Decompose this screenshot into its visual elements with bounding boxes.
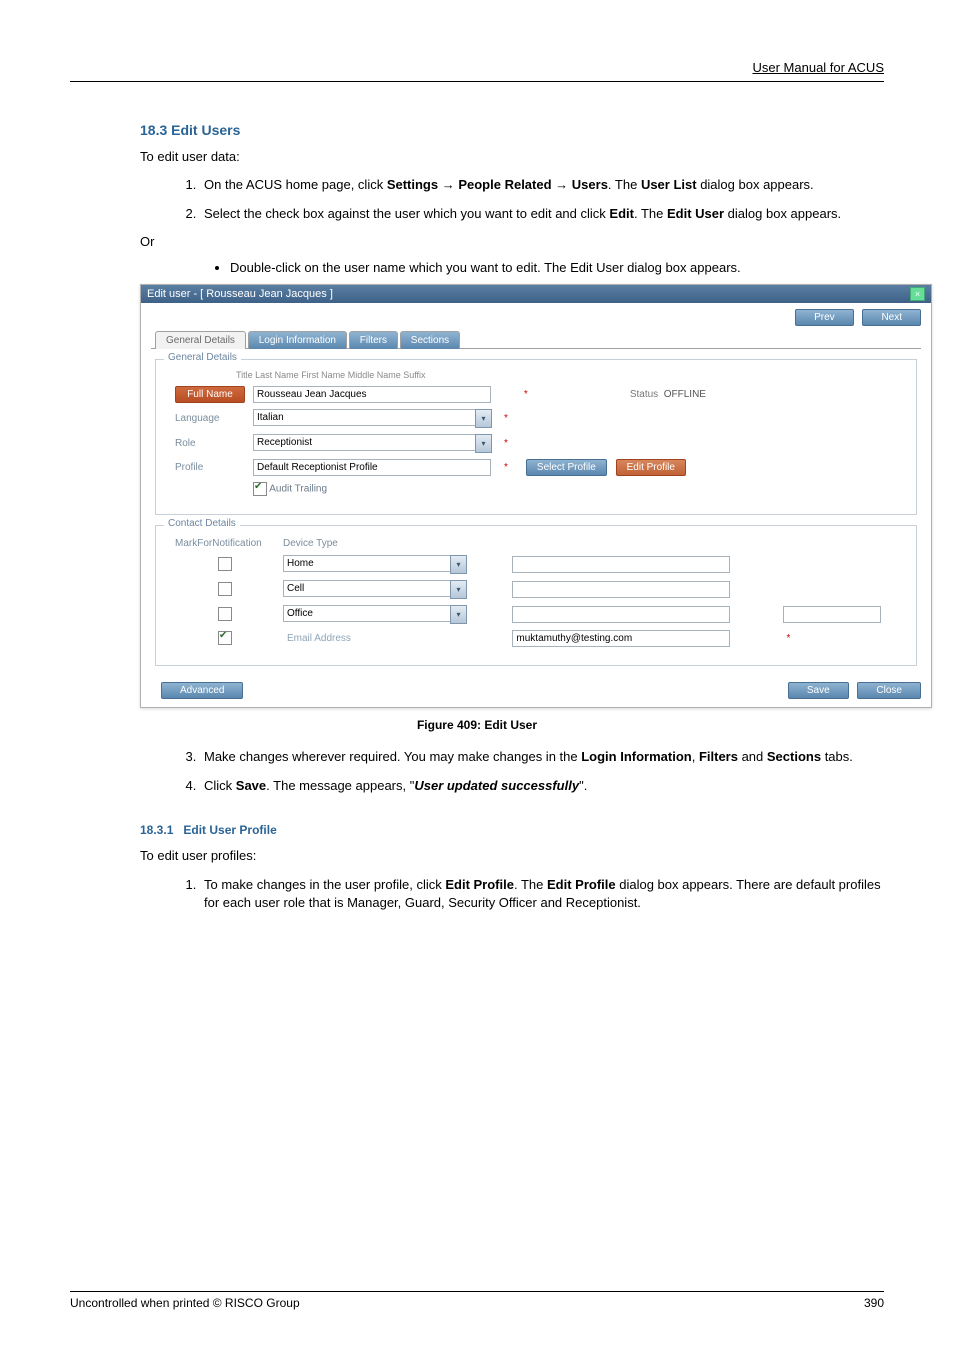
manual-title: User Manual for ACUS xyxy=(753,60,885,75)
close-button[interactable]: Close xyxy=(857,682,921,699)
profile-input[interactable] xyxy=(253,459,491,476)
contact-row-email: Email Address * xyxy=(172,628,904,649)
dialog-title: Edit user - [ Rousseau Jean Jacques ] xyxy=(147,288,333,300)
chevron-down-icon[interactable]: ▾ xyxy=(450,580,467,599)
tab-login-information[interactable]: Login Information xyxy=(248,331,347,349)
name-hint-text: Title Last Name First Name Middle Name S… xyxy=(236,370,906,380)
edit-profile-button[interactable]: Edit Profile xyxy=(616,459,686,476)
mark-checkbox[interactable] xyxy=(218,582,232,596)
general-details-fieldset: General Details Title Last Name First Na… xyxy=(155,359,917,515)
role-label: Role xyxy=(172,432,248,455)
sub-step-1: To make changes in the user profile, cli… xyxy=(200,876,884,914)
dialog-footer: Advanced Save Close xyxy=(141,676,931,707)
chevron-down-icon[interactable]: ▾ xyxy=(450,555,467,574)
device-type-select[interactable]: ▾ xyxy=(283,555,467,574)
device-type-label: Email Address xyxy=(283,633,351,644)
steps-list-a: On the ACUS home page, click Settings → … xyxy=(180,176,884,224)
page-header: User Manual for ACUS xyxy=(70,60,884,82)
status-value: OFFLINE xyxy=(664,389,706,400)
devicetype-header: Device Type xyxy=(280,536,507,551)
chevron-down-icon[interactable]: ▾ xyxy=(475,434,492,453)
contact-details-fieldset: Contact Details MarkForNotification Devi… xyxy=(155,525,917,666)
intro-text: To edit user data: xyxy=(140,148,884,166)
subsection-steps: To make changes in the user profile, cli… xyxy=(180,876,884,914)
general-details-legend: General Details xyxy=(164,352,241,363)
close-icon[interactable]: × xyxy=(910,287,925,301)
email-input[interactable] xyxy=(512,630,730,647)
advanced-button[interactable]: Advanced xyxy=(161,682,243,699)
contact-row-cell: ▾ xyxy=(172,578,904,601)
contact-row-office: ▾ xyxy=(172,603,904,626)
audit-trailing-checkbox[interactable] xyxy=(253,482,267,496)
section-title: Edit Users xyxy=(171,122,240,138)
steps-list-b: Make changes wherever required. You may … xyxy=(180,748,884,796)
audit-trailing-label: Audit Trailing xyxy=(269,483,327,494)
language-label: Language xyxy=(172,407,248,430)
section-heading: 18.3 Edit Users xyxy=(140,122,884,138)
step-3: Make changes wherever required. You may … xyxy=(200,748,884,767)
contact-value-input[interactable] xyxy=(512,581,730,598)
tab-sections[interactable]: Sections xyxy=(400,331,460,349)
tab-general-details[interactable]: General Details xyxy=(155,331,246,349)
contact-table: MarkForNotification Device Type ▾ ▾ xyxy=(170,534,906,651)
page-footer: Uncontrolled when printed © RISCO Group … xyxy=(70,1291,884,1310)
save-button[interactable]: Save xyxy=(788,682,849,699)
tab-filters[interactable]: Filters xyxy=(349,331,398,349)
contact-row-home: ▾ xyxy=(172,553,904,576)
bullet-item: Double-click on the user name which you … xyxy=(230,259,884,278)
figure-caption: Figure 409: Edit User xyxy=(70,718,884,732)
mark-checkbox[interactable] xyxy=(218,557,232,571)
full-name-button[interactable]: Full Name xyxy=(175,386,245,403)
bullet-list: Double-click on the user name which you … xyxy=(210,259,884,278)
profile-label: Profile xyxy=(172,457,248,478)
dialog-tabs: General Details Login Information Filter… xyxy=(141,328,931,348)
full-name-input[interactable] xyxy=(253,386,491,403)
or-text: Or xyxy=(140,234,884,249)
role-select[interactable]: ▾ xyxy=(253,434,492,453)
dialog-top-buttons: Prev Next xyxy=(141,303,931,328)
status-label: Status xyxy=(630,389,658,400)
page-number: 390 xyxy=(864,1296,884,1310)
required-asterisk: * xyxy=(520,389,532,400)
step-4: Click Save. The message appears, "User u… xyxy=(200,777,884,796)
step-2: Select the check box against the user wh… xyxy=(200,205,884,224)
next-button[interactable]: Next xyxy=(862,309,921,326)
subsection-number: 18.3.1 xyxy=(140,823,173,837)
language-select[interactable]: ▾ xyxy=(253,409,492,428)
device-type-select[interactable]: ▾ xyxy=(283,605,467,624)
subsection-heading: 18.3.1 Edit User Profile xyxy=(140,823,884,837)
contact-extra-input[interactable] xyxy=(783,606,881,623)
select-profile-button[interactable]: Select Profile xyxy=(526,459,607,476)
mark-checkbox[interactable] xyxy=(218,631,232,645)
dialog-titlebar: Edit user - [ Rousseau Jean Jacques ] × xyxy=(141,285,931,303)
mark-header: MarkForNotification xyxy=(172,536,278,551)
device-type-select[interactable]: ▾ xyxy=(283,580,467,599)
footer-left: Uncontrolled when printed © RISCO Group xyxy=(70,1296,300,1310)
mark-checkbox[interactable] xyxy=(218,607,232,621)
contact-details-legend: Contact Details xyxy=(164,518,240,529)
subsection-title: Edit User Profile xyxy=(183,823,276,837)
contact-value-input[interactable] xyxy=(512,606,730,623)
step-1: On the ACUS home page, click Settings → … xyxy=(200,176,884,195)
edit-user-dialog-screenshot: Edit user - [ Rousseau Jean Jacques ] × … xyxy=(140,284,932,708)
subsection-intro: To edit user profiles: xyxy=(140,847,884,865)
general-form-table: Full Name * Status OFFLINE Language ▾ * … xyxy=(170,382,711,500)
prev-button[interactable]: Prev xyxy=(795,309,854,326)
chevron-down-icon[interactable]: ▾ xyxy=(475,409,492,428)
section-number: 18.3 xyxy=(140,122,167,138)
chevron-down-icon[interactable]: ▾ xyxy=(450,605,467,624)
contact-value-input[interactable] xyxy=(512,556,730,573)
